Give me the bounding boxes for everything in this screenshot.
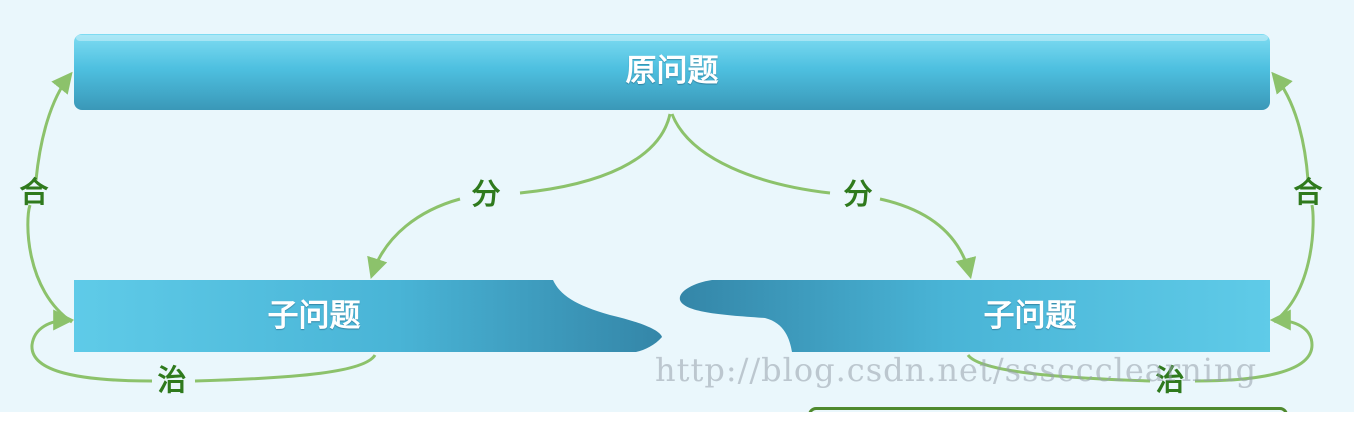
- right-child-label: 子问题: [983, 298, 1077, 334]
- root-label: 原问题: [625, 53, 719, 89]
- split-arrow-right: [670, 113, 970, 275]
- split-label-right: 分: [843, 177, 873, 211]
- merge-label-right: 合: [1293, 175, 1323, 209]
- diagram-canvas: 原问题 子问题 子问题 分 分 合 合 治 治 http://blog.csdn…: [0, 0, 1354, 412]
- solve-label-left: 治: [157, 363, 187, 397]
- partial-green-frame: [808, 407, 1288, 412]
- split-arrow-left: [372, 113, 672, 275]
- split-label-left: 分: [471, 177, 501, 211]
- merge-label-left: 合: [19, 175, 49, 209]
- watermark-text: http://blog.csdn.net/sssccclearning: [655, 351, 1258, 389]
- left-child-label: 子问题: [267, 298, 361, 334]
